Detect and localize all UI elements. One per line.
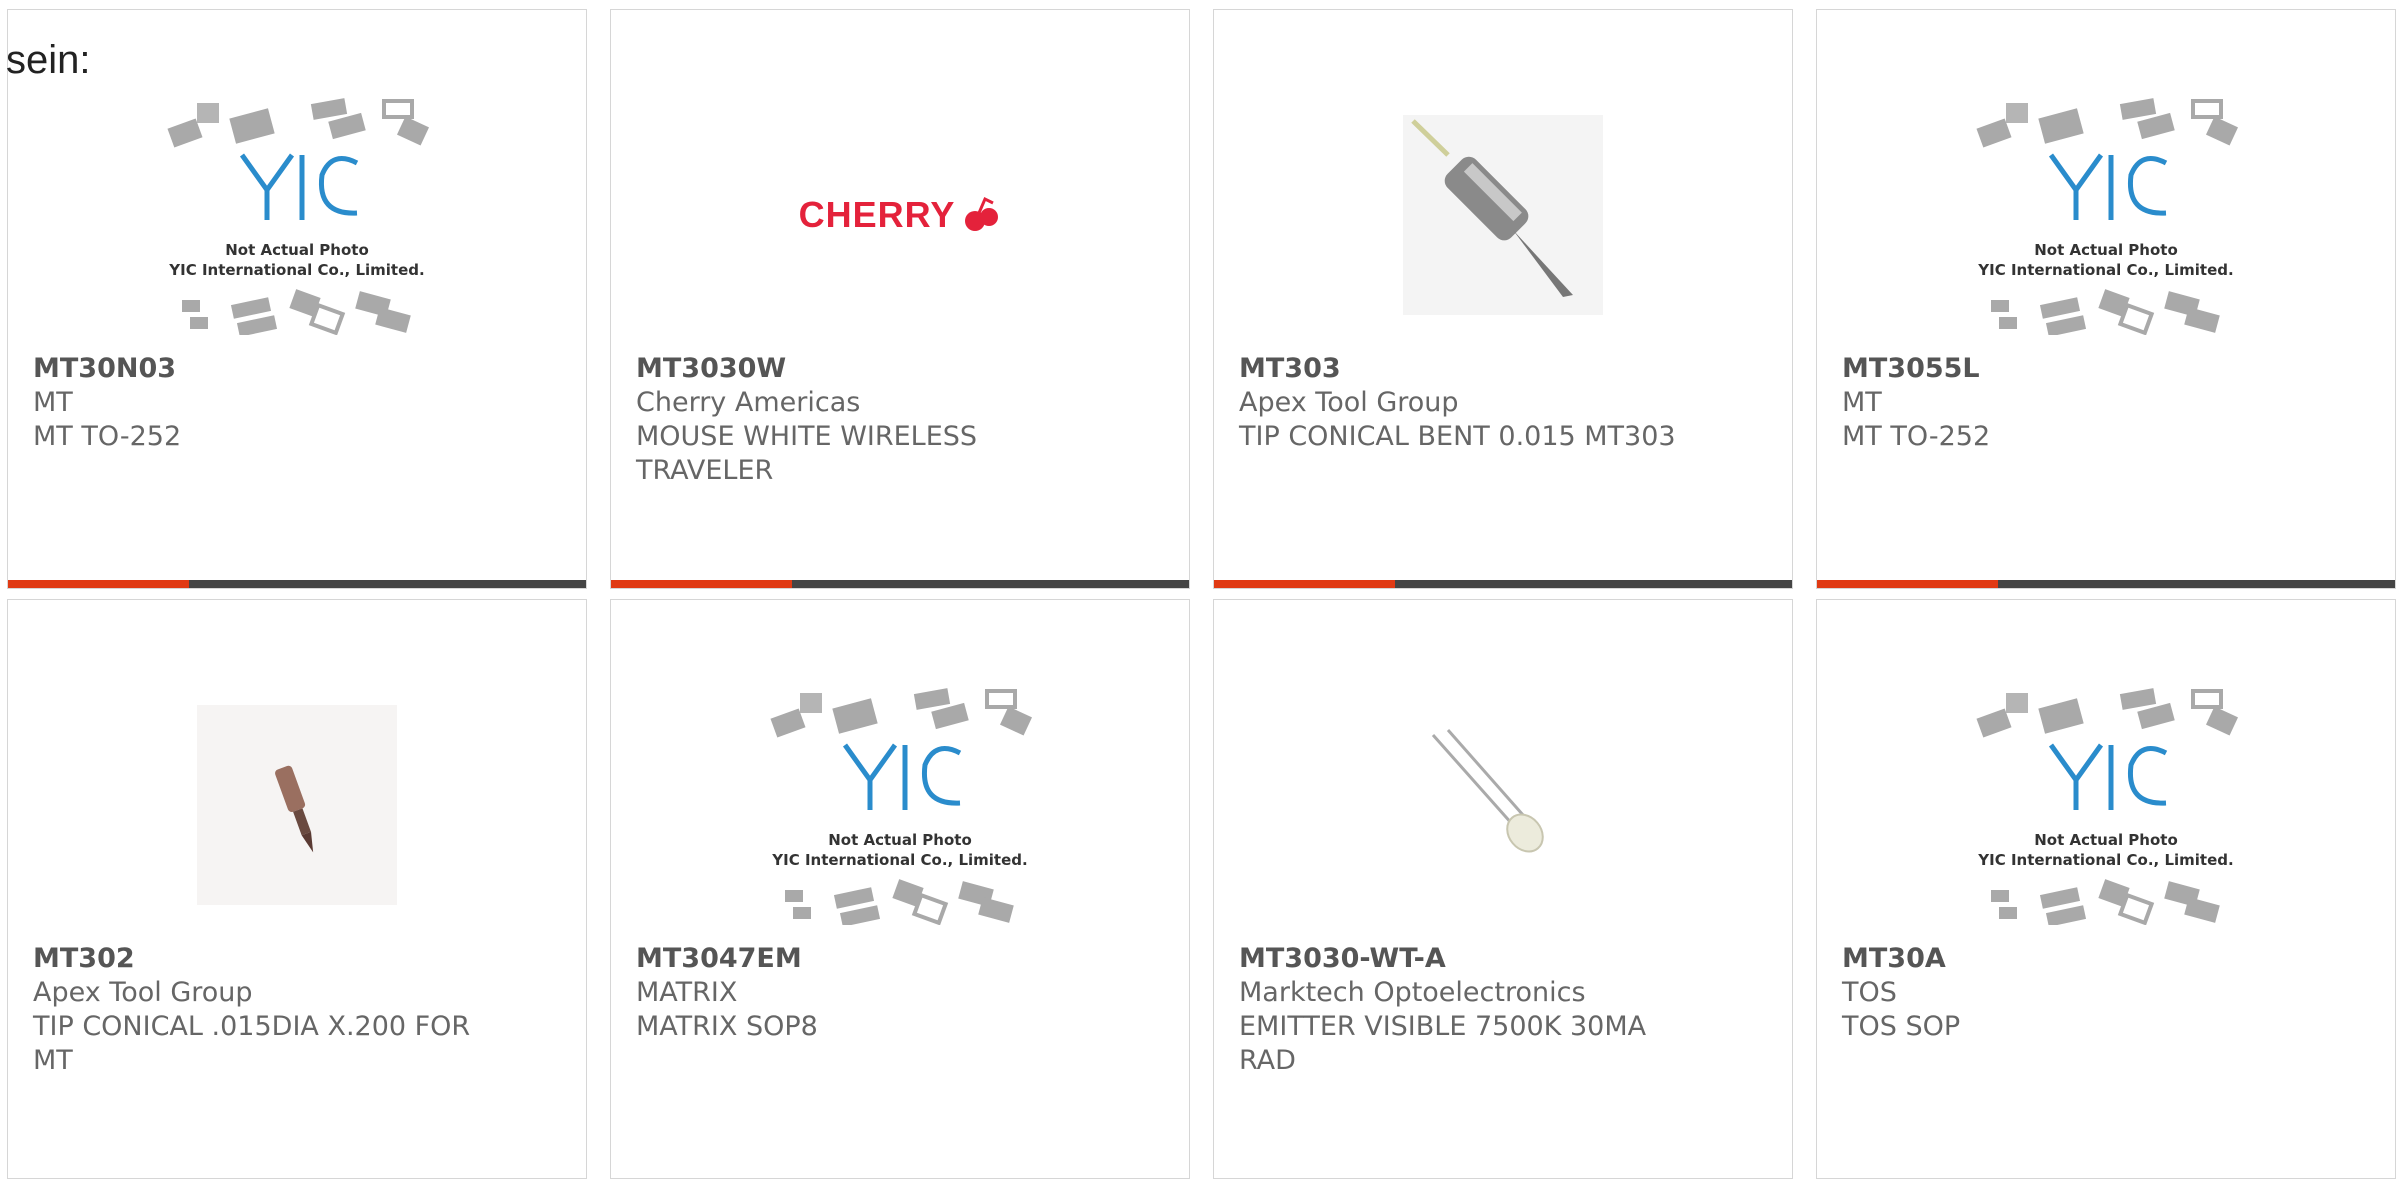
- cherry-icon: [965, 196, 999, 231]
- manufacturer: Marktech Optoelectronics: [1239, 977, 1586, 1008]
- yic-placeholder-image: Not Actual Photo YIC International Co., …: [1976, 688, 2239, 925]
- description: TIP CONICAL BENT 0.015 MT303: [1239, 421, 1676, 452]
- manufacturer: TOS: [1842, 977, 1897, 1008]
- small-tip-image: [197, 705, 397, 905]
- cherry-logo: CHERRY: [799, 194, 1002, 236]
- part-number[interactable]: MT3055L: [1842, 352, 2375, 386]
- card-accent-bar: [611, 580, 1189, 588]
- description: TIP CONICAL .015DIA X.200 FOR MT: [33, 1011, 471, 1076]
- product-image: Not Actual Photo YIC International Co., …: [1817, 670, 2395, 940]
- product-grid: Not Actual Photo YIC International Co., …: [7, 9, 2396, 1179]
- solder-tip-image: [1403, 115, 1603, 315]
- yic-placeholder-image: Not Actual Photo YIC International Co., …: [770, 688, 1033, 925]
- product-image: Not Actual Photo YIC International Co., …: [1817, 80, 2395, 350]
- placeholder-line2: YIC International Co., Limited.: [1977, 851, 2233, 869]
- manufacturer: Apex Tool Group: [1239, 387, 1459, 418]
- description: TOS SOP: [1842, 1011, 1961, 1042]
- manufacturer: MT: [33, 387, 73, 418]
- product-card[interactable]: Not Actual Photo YIC International Co., …: [1816, 599, 2396, 1179]
- manufacturer: Apex Tool Group: [33, 977, 253, 1008]
- part-number[interactable]: MT30A: [1842, 942, 2375, 976]
- description: MT TO-252: [33, 421, 182, 452]
- cherry-logo-text: CHERRY: [798, 194, 956, 235]
- description: MOUSE WHITE WIRELESS TRAVELER: [636, 421, 978, 486]
- yic-placeholder-image: Not Actual Photo YIC International Co., …: [167, 98, 430, 335]
- product-card[interactable]: MT303 Apex Tool Group TIP CONICAL BENT 0…: [1213, 9, 1793, 589]
- product-card[interactable]: Not Actual Photo YIC International Co., …: [7, 9, 587, 589]
- part-number[interactable]: MT302: [33, 942, 566, 976]
- card-accent-bar: [8, 580, 586, 588]
- placeholder-line1: Not Actual Photo: [2034, 831, 2178, 849]
- manufacturer: Cherry Americas: [636, 387, 861, 418]
- card-accent-bar: [1817, 580, 2395, 588]
- product-card[interactable]: Not Actual Photo YIC International Co., …: [610, 599, 1190, 1179]
- product-card[interactable]: MT3030-WT-A Marktech Optoelectronics EMI…: [1213, 599, 1793, 1179]
- product-image: [1214, 670, 1792, 940]
- manufacturer: MATRIX: [636, 977, 738, 1008]
- product-image: Not Actual Photo YIC International Co., …: [8, 80, 586, 350]
- product-image: CHERRY: [611, 80, 1189, 350]
- placeholder-line1: Not Actual Photo: [828, 831, 972, 849]
- placeholder-line2: YIC International Co., Limited.: [168, 261, 424, 279]
- part-number[interactable]: MT30N03: [33, 352, 566, 386]
- placeholder-line2: YIC International Co., Limited.: [1977, 261, 2233, 279]
- placeholder-line2: YIC International Co., Limited.: [771, 851, 1027, 869]
- part-number[interactable]: MT3030-WT-A: [1239, 942, 1772, 976]
- description: MT TO-252: [1842, 421, 1991, 452]
- led-image: [1431, 729, 1544, 853]
- card-accent-bar: [1214, 580, 1792, 588]
- section-heading: sein:: [6, 38, 91, 82]
- placeholder-line1: Not Actual Photo: [225, 241, 369, 259]
- yic-placeholder-image: Not Actual Photo YIC International Co., …: [1976, 98, 2239, 335]
- placeholder-line1: Not Actual Photo: [2034, 241, 2178, 259]
- manufacturer: MT: [1842, 387, 1882, 418]
- part-number[interactable]: MT303: [1239, 352, 1772, 386]
- description: EMITTER VISIBLE 7500K 30MA RAD: [1239, 1011, 1647, 1076]
- product-card[interactable]: MT302 Apex Tool Group TIP CONICAL .015DI…: [7, 599, 587, 1179]
- product-image: [8, 670, 586, 940]
- product-card[interactable]: CHERRY MT3030W Cherry Americas MOUSE WHI…: [610, 9, 1190, 589]
- product-card[interactable]: Not Actual Photo YIC International Co., …: [1816, 9, 2396, 589]
- product-image: Not Actual Photo YIC International Co., …: [611, 670, 1189, 940]
- part-number[interactable]: MT3047EM: [636, 942, 1169, 976]
- part-number[interactable]: MT3030W: [636, 352, 1169, 386]
- product-image: [1214, 80, 1792, 350]
- description: MATRIX SOP8: [636, 1011, 818, 1042]
